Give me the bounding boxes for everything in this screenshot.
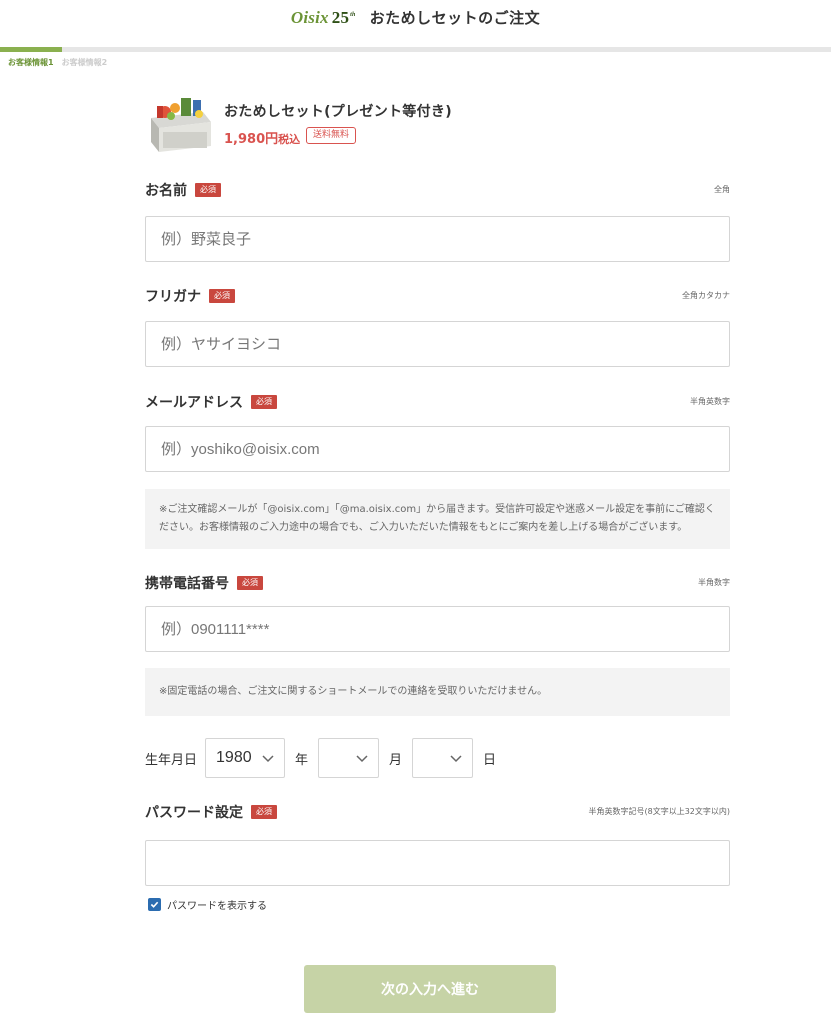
product-price: 1,980円税込 (224, 128, 300, 147)
birth-month-select[interactable] (318, 738, 380, 778)
email-input[interactable] (145, 426, 730, 472)
free-shipping-badge: 送料無料 (306, 127, 357, 144)
required-badge: 必須 (209, 289, 235, 303)
chevron-down-icon (262, 755, 274, 763)
name-input[interactable] (145, 216, 730, 262)
birth-year-value: 1980 (216, 749, 252, 766)
phone-field-header: 携帯電話番号 必須 半角数字 (145, 573, 730, 595)
phone-field-group: 携帯電話番号 必須 半角数字 ※固定電話の場合、ご注文に関するショートメールでの… (145, 573, 730, 716)
name-label: お名前 必須 (145, 180, 221, 200)
step-indicator: お客様情報1 お客様情報2 (8, 57, 107, 68)
birthdate-label: 生年月日 (145, 752, 198, 768)
password-field-header: パスワード設定 必須 半角英数字記号(8文字以上32文字以内) (145, 802, 730, 824)
name-field-group: お名前 必須 全角 (145, 180, 730, 262)
phone-input[interactable] (145, 606, 730, 652)
phone-hint: 半角数字 (698, 578, 730, 587)
name-field-header: お名前 必須 全角 (145, 180, 730, 202)
email-label-text: メールアドレス (145, 395, 243, 411)
phone-label: 携帯電話番号 必須 (145, 573, 263, 593)
price-tax-label: 税込 (278, 133, 301, 146)
email-label: メールアドレス 必須 (145, 392, 277, 412)
birthdate-row: 生年月日 1980 年 月 日 (145, 738, 730, 778)
step-next: お客様情報2 (61, 58, 108, 67)
price-value: 1,980円 (224, 132, 279, 147)
email-field-group: メールアドレス 必須 半角英数字 ※ご注文確認メールが「@oisix.com」「… (145, 392, 730, 549)
month-unit: 月 (389, 752, 403, 768)
chevron-down-icon (356, 755, 368, 763)
kana-field-header: フリガナ 必須 全角カタカナ (145, 286, 730, 308)
year-unit: 年 (295, 752, 309, 768)
logo-number: 25 (331, 7, 350, 27)
phone-label-text: 携帯電話番号 (145, 576, 229, 592)
next-step-button[interactable]: 次の入力へ進む (304, 965, 556, 1013)
birth-year-select[interactable]: 1980 (205, 738, 286, 778)
required-badge: 必須 (251, 805, 277, 819)
chevron-down-icon (450, 755, 462, 763)
email-hint: 半角英数字 (690, 397, 730, 406)
check-icon (150, 901, 159, 908)
logo-sup: th (350, 11, 356, 18)
show-password-toggle[interactable]: パスワードを表示する (145, 897, 730, 912)
email-field-header: メールアドレス 必須 半角英数字 (145, 392, 730, 414)
page-header: Oisix 25th おためしセットのご注文 (0, 0, 831, 34)
name-hint: 全角 (714, 185, 730, 194)
password-input[interactable] (145, 840, 730, 886)
day-unit: 日 (483, 752, 497, 768)
birth-day-select[interactable] (412, 738, 474, 778)
progress-bar-fill (0, 47, 63, 52)
kana-field-group: フリガナ 必須 全角カタカナ (145, 286, 730, 367)
progress-bar (0, 47, 831, 52)
show-password-label: パスワードを表示する (167, 901, 267, 912)
required-badge: 必須 (251, 395, 277, 409)
product-box-image (151, 98, 211, 152)
name-label-text: お名前 (145, 183, 187, 199)
required-badge: 必須 (195, 183, 221, 197)
password-field-group: パスワード設定 必須 半角英数字記号(8文字以上32文字以内) パスワードを表示… (145, 802, 730, 912)
logo-text: Oisix (290, 7, 329, 27)
email-note: ※ご注文確認メールが「@oisix.com」「@ma.oisix.com」から届… (145, 489, 730, 549)
page-title: おためしセットのご注文 (369, 8, 541, 27)
kana-label: フリガナ 必須 (145, 286, 235, 306)
password-label-text: パスワード設定 (145, 805, 243, 821)
required-badge: 必須 (237, 576, 263, 590)
show-password-checkbox[interactable] (148, 898, 161, 911)
kana-label-text: フリガナ (145, 289, 201, 305)
phone-note: ※固定電話の場合、ご注文に関するショートメールでの連絡を受取りいただけません。 (145, 668, 730, 716)
password-hint: 半角英数字記号(8文字以上32文字以内) (588, 807, 730, 816)
product-summary: おためしセット(プレゼント等付き) 1,980円税込 送料無料 (145, 92, 730, 154)
order-form: おためしセット(プレゼント等付き) 1,980円税込 送料無料 お名前 必須 全… (145, 92, 730, 912)
password-label: パスワード設定 必須 (145, 802, 277, 822)
kana-hint: 全角カタカナ (682, 291, 730, 300)
oisix-logo[interactable]: Oisix 25th (291, 9, 356, 26)
kana-input[interactable] (145, 321, 730, 367)
product-name: おためしセット(プレゼント等付き) (224, 104, 452, 120)
step-current: お客様情報1 (8, 58, 54, 67)
